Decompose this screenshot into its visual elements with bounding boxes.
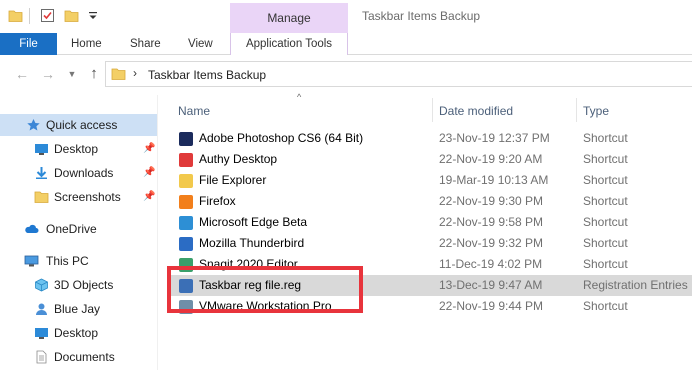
file-type: Registration Entries: [583, 278, 688, 292]
download-icon: [36, 167, 47, 179]
cloud-icon: [25, 224, 39, 233]
file-date: 22-Nov-19 9:44 PM: [439, 299, 544, 313]
sidebar-item-label: Screenshots: [54, 190, 121, 204]
file-row[interactable]: Firefox 22-Nov-19 9:30 PM Shortcut: [171, 191, 692, 212]
file-name: Microsoft Edge Beta: [199, 215, 308, 229]
window-title: Taskbar Items Backup: [362, 9, 481, 23]
sidebar-item-desktop[interactable]: Desktop 📌: [0, 138, 157, 160]
forward-arrow-icon[interactable]: →: [41, 67, 55, 81]
sidebar-item-label: 3D Objects: [54, 278, 114, 292]
cube-icon: [35, 278, 48, 292]
sidebar-item-onedrive[interactable]: OneDrive: [0, 218, 157, 240]
file-name: File Explorer: [199, 173, 267, 187]
column-header-type[interactable]: Type: [583, 103, 609, 119]
pin-icon[interactable]: 📌: [143, 162, 155, 184]
file-date: 19-Mar-19 10:13 AM: [439, 173, 549, 187]
sidebar-item-screenshots[interactable]: Screenshots 📌: [0, 186, 157, 208]
sidebar-item-quick-access[interactable]: Quick access: [0, 114, 157, 136]
desktop-icon: [35, 144, 48, 155]
folder-icon: [111, 68, 126, 80]
file-row[interactable]: Mozilla Thunderbird 22-Nov-19 9:32 PM Shor…: [171, 233, 692, 254]
file-date: 23-Nov-19 12:37 PM: [439, 131, 550, 145]
sidebar-item-label: OneDrive: [46, 222, 97, 236]
file-type: Shortcut: [583, 173, 628, 187]
sidebar-item-label: This PC: [46, 254, 89, 268]
sidebar-item-downloads[interactable]: Downloads 📌: [0, 162, 157, 184]
sidebar-item-blue-jay[interactable]: Blue Jay: [0, 298, 157, 320]
file-date: 22-Nov-19 9:58 PM: [439, 215, 544, 229]
shortcut-icon: [179, 153, 193, 167]
sort-ascending-icon: ^: [297, 92, 302, 102]
shortcut-icon: [179, 174, 193, 188]
back-arrow-icon[interactable]: ←: [15, 67, 29, 81]
customize-dropdown-icon[interactable]: [86, 8, 101, 23]
file-type: Shortcut: [583, 194, 628, 208]
sidebar-item-documents[interactable]: Documents: [0, 346, 157, 368]
file-name: Firefox: [199, 194, 236, 208]
file-type: Shortcut: [583, 152, 628, 166]
breadcrumb-chevron-icon[interactable]: ›: [133, 66, 137, 80]
user-icon: [36, 303, 47, 315]
properties-icon[interactable]: [40, 8, 55, 23]
shortcut-icon: [179, 216, 193, 230]
file-type: Shortcut: [583, 215, 628, 229]
computer-icon: [24, 255, 39, 267]
file-date: 22-Nov-19 9:30 PM: [439, 194, 544, 208]
file-date: 22-Nov-19 9:32 PM: [439, 236, 544, 250]
sidebar-item-label: Downloads: [54, 166, 114, 180]
shortcut-icon: [179, 237, 193, 251]
column-resize-handle[interactable]: [576, 98, 577, 122]
new-folder-icon[interactable]: [64, 8, 79, 23]
sidebar-item-label: Documents: [54, 350, 115, 364]
tab-file[interactable]: File: [0, 33, 57, 55]
file-name: Mozilla Thunderbird: [199, 236, 305, 250]
tab-home[interactable]: Home: [71, 33, 102, 55]
file-row[interactable]: Authy Desktop 22-Nov-19 9:20 AM Shortcut: [171, 149, 692, 170]
desktop-icon: [35, 328, 48, 339]
shortcut-icon: [179, 132, 193, 146]
sidebar-item-desktop-pc[interactable]: Desktop: [0, 322, 157, 344]
file-type: Shortcut: [583, 236, 628, 250]
column-header-date-modified[interactable]: Date modified: [439, 103, 513, 119]
column-header-name[interactable]: Name: [178, 103, 210, 119]
star-icon: [27, 119, 40, 131]
sidebar-item-label: Desktop: [54, 142, 99, 156]
file-date: 13-Dec-19 9:47 AM: [439, 278, 543, 292]
tab-view[interactable]: View: [188, 33, 213, 55]
file-row[interactable]: File Explorer 19-Mar-19 10:13 AM Shortcut: [171, 170, 692, 191]
breadcrumb[interactable]: Taskbar Items Backup: [148, 68, 266, 82]
tab-application-tools[interactable]: Application Tools: [230, 33, 348, 55]
document-icon: [36, 350, 47, 364]
highlight-annotation: [167, 266, 363, 313]
file-name: Authy Desktop: [199, 152, 278, 166]
column-resize-handle[interactable]: [432, 98, 433, 122]
pin-icon[interactable]: 📌: [143, 138, 155, 160]
tab-manage[interactable]: Manage: [230, 3, 348, 33]
tab-share[interactable]: Share: [130, 33, 161, 55]
pane-divider[interactable]: [157, 95, 158, 370]
up-arrow-icon[interactable]: ↑: [87, 66, 101, 81]
file-type: Shortcut: [583, 299, 628, 313]
folder-icon[interactable]: [8, 8, 23, 23]
sidebar-item-label: Desktop: [54, 326, 99, 340]
file-date: 22-Nov-19 9:20 AM: [439, 152, 543, 166]
shortcut-icon: [179, 195, 193, 209]
file-name: Adobe Photoshop CS6 (64 Bit): [199, 131, 364, 145]
file-date: 11-Dec-19 4:02 PM: [439, 257, 543, 271]
sidebar-item-this-pc[interactable]: This PC: [0, 250, 157, 272]
pin-icon[interactable]: 📌: [143, 186, 155, 208]
file-row[interactable]: Adobe Photoshop CS6 (64 Bit) 23-Nov-19 12…: [171, 128, 692, 149]
chevron-down-icon[interactable]: ▼: [65, 67, 79, 81]
file-type: Shortcut: [583, 257, 628, 271]
folder-icon: [34, 191, 49, 203]
sidebar-item-label: Quick access: [46, 118, 118, 132]
file-type: Shortcut: [583, 131, 628, 145]
sidebar-item-3d-objects[interactable]: 3D Objects: [0, 274, 157, 296]
sidebar-item-label: Blue Jay: [54, 302, 101, 316]
divider: [29, 8, 30, 24]
file-row[interactable]: Microsoft Edge Beta 22-Nov-19 9:58 PM Shor…: [171, 212, 692, 233]
